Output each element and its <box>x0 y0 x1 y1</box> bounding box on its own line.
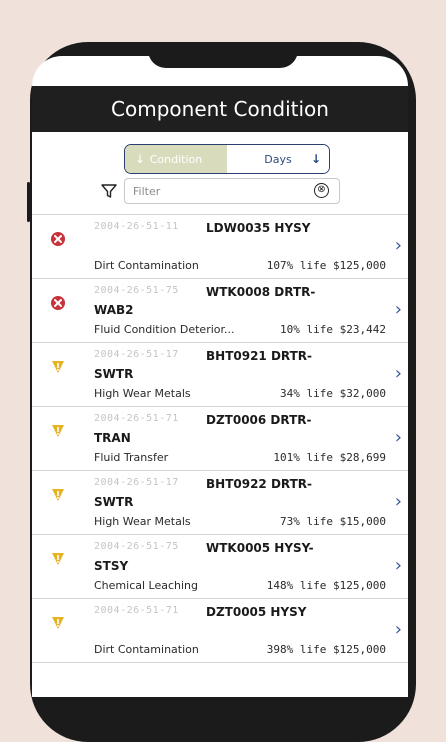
app-screen: Component Condition ↓ Condition Days ↓ F… <box>32 86 408 697</box>
chevron-right-icon[interactable]: › <box>395 491 402 512</box>
component-id: 2004-26-51-17 <box>94 349 179 360</box>
list-item[interactable]: 2004-26-51-17 BHT0922 DRTR- SWTR High Wear … <box>32 471 408 535</box>
sort-days-button[interactable]: Days ↓ <box>227 145 329 173</box>
sort-segmented-control: ↓ Condition Days ↓ <box>124 144 330 174</box>
component-code-continued: STSY <box>94 559 129 573</box>
warning-funnel-icon <box>52 361 64 373</box>
sort-days-label: Days <box>264 152 292 166</box>
warning-funnel-icon <box>52 489 64 501</box>
clear-filter-icon[interactable]: ⊗ <box>314 183 329 198</box>
list-item[interactable]: 2004-26-51-11 LDW0035 HYSY Dirt Contaminat… <box>32 215 408 279</box>
component-id: 2004-26-51-71 <box>94 605 179 616</box>
sort-condition-label: Condition <box>149 152 203 166</box>
component-code-continued: SWTR <box>94 367 134 381</box>
component-id: 2004-26-51-11 <box>94 221 179 232</box>
life-cost-value: 148% life $125,000 <box>266 579 386 592</box>
list-item[interactable]: 2004-26-51-75 WTK0008 DRTR- WAB2 Fluid Cond… <box>32 279 408 343</box>
chevron-right-icon[interactable]: › <box>395 555 402 576</box>
chevron-right-icon[interactable]: › <box>395 299 402 320</box>
component-code-continued: WAB2 <box>94 303 134 317</box>
x-circle-icon <box>51 296 65 310</box>
page-title: Component Condition <box>32 86 408 132</box>
chevron-right-icon[interactable]: › <box>395 619 402 640</box>
component-code: WTK0005 HYSY- <box>206 541 314 555</box>
condition-description: Fluid Transfer <box>94 451 169 464</box>
component-list: 2004-26-51-11 LDW0035 HYSY Dirt Contaminat… <box>32 214 408 663</box>
life-cost-value: 34% life $32,000 <box>280 387 386 400</box>
component-code: BHT0921 DRTR- <box>206 349 313 363</box>
condition-description: Fluid Condition Deterior... <box>94 323 235 336</box>
component-code: DZT0005 HYSY <box>206 605 307 619</box>
sort-down-arrow-icon: ↓ <box>135 152 146 166</box>
component-id: 2004-26-51-71 <box>94 413 179 424</box>
condition-description: High Wear Metals <box>94 515 191 528</box>
life-cost-value: 101% life $28,699 <box>273 451 386 464</box>
life-cost-value: 73% life $15,000 <box>280 515 386 528</box>
list-item[interactable]: 2004-26-51-71 DZT0005 HYSY Dirt Contaminat… <box>32 599 408 663</box>
condition-description: High Wear Metals <box>94 387 191 400</box>
component-id: 2004-26-51-17 <box>94 477 179 488</box>
sort-down-arrow-icon: ↓ <box>310 152 321 166</box>
component-code: BHT0922 DRTR- <box>206 477 313 491</box>
list-item[interactable]: 2004-26-51-71 DZT0006 DRTR- TRAN Fluid Tran… <box>32 407 408 471</box>
chevron-right-icon[interactable]: › <box>395 363 402 384</box>
component-id: 2004-26-51-75 <box>94 285 179 296</box>
toolbar: ↓ Condition Days ↓ Filter ⊗ <box>32 132 408 214</box>
condition-description: Dirt Contamination <box>94 643 199 656</box>
component-code: LDW0035 HYSY <box>206 221 311 235</box>
filter-placeholder: Filter <box>133 184 161 198</box>
condition-description: Chemical Leaching <box>94 579 199 592</box>
filter-input[interactable]: Filter <box>124 178 340 204</box>
chevron-right-icon[interactable]: › <box>395 427 402 448</box>
chevron-right-icon[interactable]: › <box>395 235 402 256</box>
life-cost-value: 107% life $125,000 <box>266 259 386 272</box>
x-circle-icon <box>51 232 65 246</box>
component-code-continued: SWTR <box>94 495 134 509</box>
life-cost-value: 10% life $23,442 <box>280 323 386 336</box>
life-cost-value: 398% life $125,000 <box>266 643 386 656</box>
list-item[interactable]: 2004-26-51-75 WTK0005 HYSY- STSY Chemical L… <box>32 535 408 599</box>
component-code-continued: TRAN <box>94 431 131 445</box>
condition-description: Dirt Contamination <box>94 259 199 272</box>
component-code: WTK0008 DRTR- <box>206 285 316 299</box>
list-item[interactable]: 2004-26-51-17 BHT0921 DRTR- SWTR High Wear … <box>32 343 408 407</box>
warning-funnel-icon <box>52 617 64 629</box>
warning-funnel-icon <box>52 425 64 437</box>
phone-side-button <box>27 182 30 222</box>
filter-funnel-icon[interactable] <box>100 182 118 200</box>
phone-notch <box>148 42 298 68</box>
component-code: DZT0006 DRTR- <box>206 413 312 427</box>
component-id: 2004-26-51-75 <box>94 541 179 552</box>
sort-condition-button[interactable]: ↓ Condition <box>125 145 227 173</box>
warning-funnel-icon <box>52 553 64 565</box>
